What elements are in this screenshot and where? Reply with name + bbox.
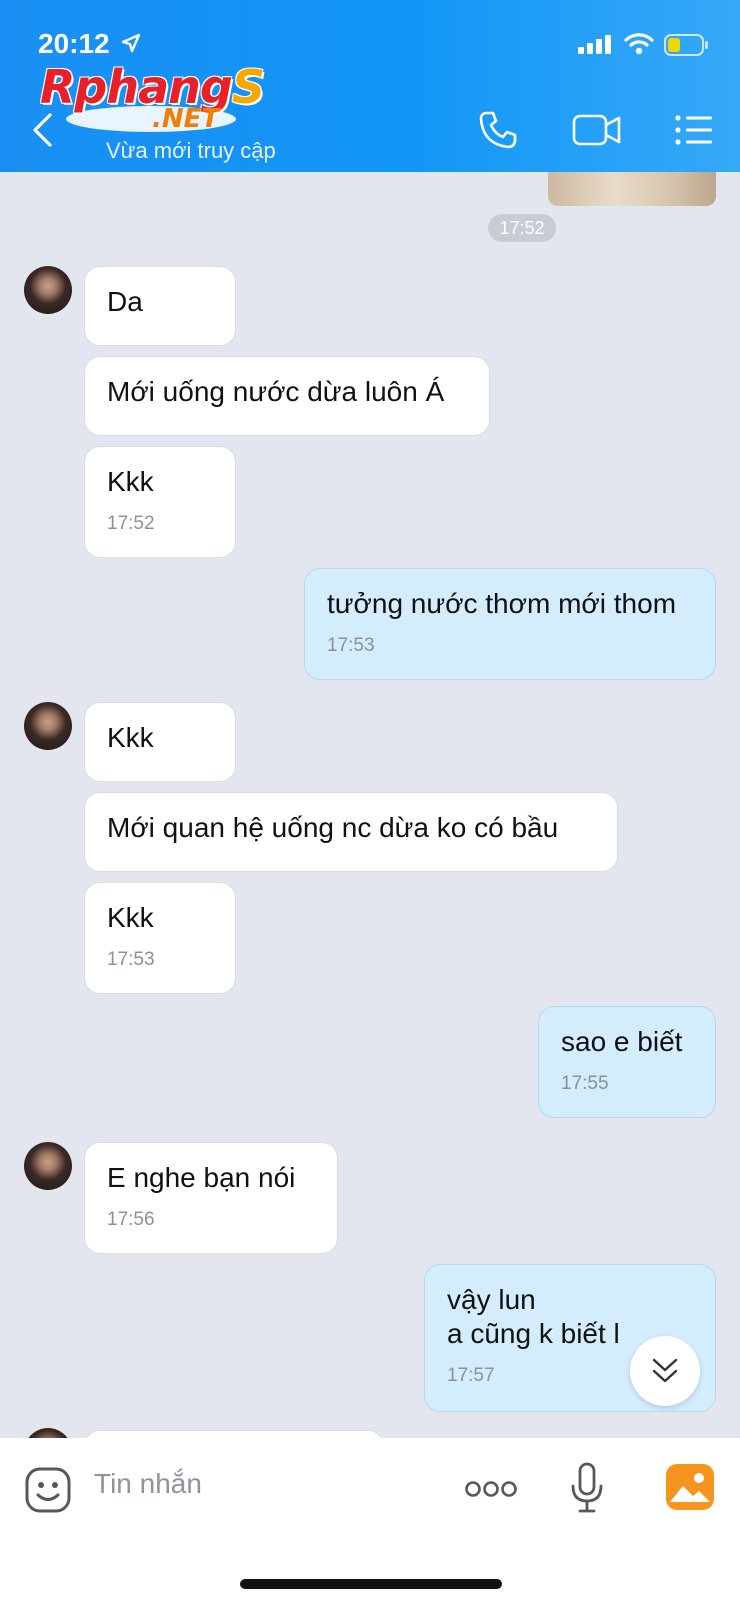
message-bubble[interactable]: Kkk 17:53 <box>84 882 236 994</box>
home-indicator <box>240 1579 502 1589</box>
time-divider: 17:52 <box>488 214 556 242</box>
video-call-icon[interactable] <box>572 110 622 150</box>
signal-icon <box>578 35 611 54</box>
double-chevron-down-icon <box>652 1358 678 1383</box>
message-bubble[interactable]: Mới uống nước dừa luôn Á <box>84 356 490 436</box>
menu-icon[interactable] <box>674 110 714 150</box>
message-bubble[interactable]: Mới quan hệ uống nc dừa ko có bầu <box>84 792 618 872</box>
more-options-icon[interactable] <box>464 1480 518 1498</box>
message-bubble[interactable]: E nghe bạn nói 17:56 <box>84 1142 338 1254</box>
battery-icon <box>664 34 708 56</box>
message-bubble[interactable] <box>84 1430 384 1438</box>
scroll-to-bottom-button[interactable] <box>630 1336 700 1406</box>
sent-message-bubble[interactable]: sao e biết 17:55 <box>538 1006 716 1118</box>
message-bubble[interactable]: Kkk <box>84 702 236 782</box>
message-input-bar: Tin nhắn <box>0 1438 740 1600</box>
sent-message-bubble[interactable]: tưởng nước thơm mới thom 17:53 <box>304 568 716 680</box>
location-arrow-icon <box>121 33 141 53</box>
chat-header: 20:12 RphangS .NET Vừa mới truy cập <box>0 0 740 172</box>
contact-avatar[interactable] <box>24 702 72 750</box>
sticker-emoji-icon[interactable] <box>24 1466 72 1514</box>
wifi-icon <box>624 33 654 55</box>
contact-avatar[interactable] <box>24 1428 72 1438</box>
contact-avatar[interactable] <box>24 1142 72 1190</box>
contact-avatar[interactable] <box>24 266 72 314</box>
watermark-logo: RphangS .NET <box>40 60 265 134</box>
status-time: 20:12 <box>38 28 110 59</box>
message-list[interactable]: 17:52 Da Mới uống nước dừa luôn Á Kkk 17… <box>0 172 740 1438</box>
phone-call-icon[interactable] <box>478 110 518 150</box>
back-chevron-icon[interactable] <box>30 112 54 148</box>
photo-gallery-icon[interactable] <box>666 1464 714 1510</box>
message-input[interactable]: Tin nhắn <box>94 1468 202 1500</box>
microphone-icon[interactable] <box>570 1462 604 1514</box>
message-bubble[interactable]: Da <box>84 266 236 346</box>
message-bubble[interactable]: Kkk 17:52 <box>84 446 236 558</box>
image-message-thumbnail[interactable] <box>548 172 716 206</box>
presence-status: Vừa mới truy cập <box>106 138 276 163</box>
